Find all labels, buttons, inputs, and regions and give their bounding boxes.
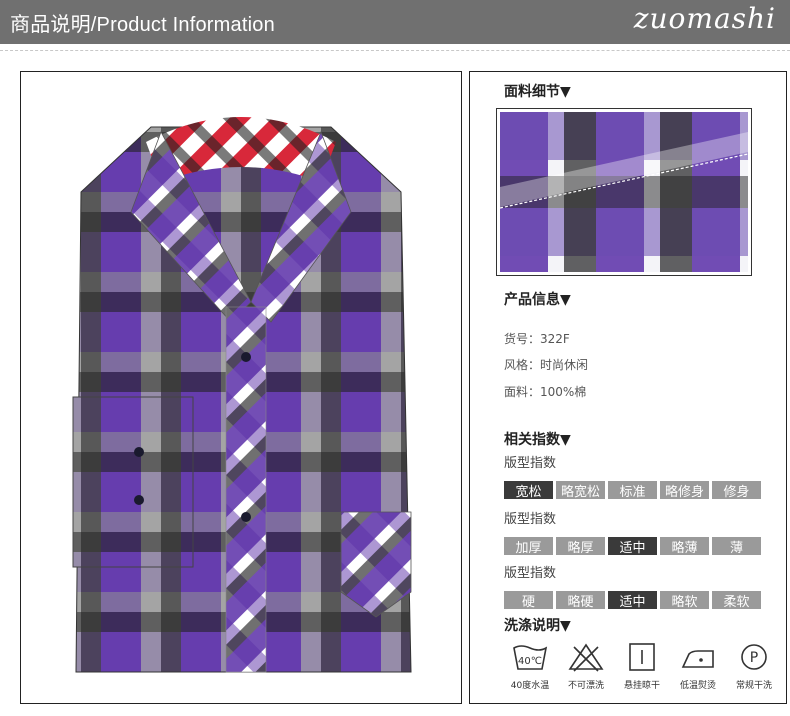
softness-option: 硬	[504, 591, 553, 610]
brand-logo: zuomashi	[633, 2, 776, 35]
care-label: 不可漂洗	[567, 681, 604, 691]
care-item: 不可漂洗	[560, 642, 612, 691]
softness-scale: 硬 略硬 适中 略软 柔软	[504, 591, 764, 610]
fit-option: 标准	[608, 481, 657, 500]
fit-option: 修身	[712, 481, 761, 500]
care-item: 低温熨烫	[672, 642, 724, 691]
thickness-option: 略厚	[556, 537, 605, 556]
thickness-option: 加厚	[504, 537, 553, 556]
care-item: 40℃ 40度水温	[504, 642, 556, 691]
care-label: 悬挂晾干	[623, 681, 660, 691]
care-item: 悬挂晾干	[616, 642, 668, 691]
index-label: 版型指数	[504, 456, 557, 471]
care-label: 常规干洗	[735, 681, 772, 691]
fit-option: 略修身	[660, 481, 709, 500]
header-bar: 商品说明/Product Information zuomashi	[0, 0, 790, 44]
thickness-scale: 加厚 略厚 适中 略薄 薄	[504, 537, 764, 556]
fabric-image	[500, 112, 748, 272]
product-info-title: 产品信息▼	[504, 292, 571, 308]
index-label: 版型指数	[504, 512, 557, 527]
softness-option: 适中	[608, 591, 657, 610]
fabric-closeup	[496, 108, 752, 276]
no-bleach-icon	[568, 643, 604, 672]
fabric-detail-title: 面料细节▼	[504, 84, 571, 100]
iron-low-icon	[681, 650, 714, 668]
page-title: 商品说明/Product Information	[10, 14, 275, 36]
divider	[0, 50, 790, 51]
fit-scale: 宽松 略宽松 标准 略修身 修身	[504, 481, 764, 500]
care-label: 低温熨烫	[679, 681, 716, 691]
product-photo	[20, 71, 462, 704]
info-panel: 面料细节▼ 产品信息▼ 货号：322F 风格：时尚休闲 面料：100%棉 相关指…	[469, 71, 787, 704]
fit-option: 略宽松	[556, 481, 605, 500]
info-style: 风格：时尚休闲	[504, 358, 589, 372]
care-icons: 40℃ 40度水温 不可漂洗 悬挂晾干 低温熨烫 P 常规干洗	[504, 642, 784, 691]
care-title: 洗涤说明▼	[504, 618, 571, 634]
svg-text:40℃: 40℃	[518, 656, 542, 667]
hang-dry-icon	[629, 643, 655, 671]
dry-clean-icon: P	[741, 644, 767, 670]
softness-option: 略硬	[556, 591, 605, 610]
svg-text:P: P	[750, 650, 758, 666]
info-fabric: 面料：100%棉	[504, 385, 587, 399]
care-label: 40度水温	[510, 681, 550, 691]
thickness-option: 适中	[608, 537, 657, 556]
thickness-option: 略薄	[660, 537, 709, 556]
thickness-option: 薄	[712, 537, 761, 556]
wash-40-icon: 40℃	[513, 645, 548, 670]
shirt-image	[72, 117, 412, 673]
softness-option: 略软	[660, 591, 709, 610]
index-label: 版型指数	[504, 566, 557, 581]
info-sku: 货号：322F	[504, 332, 570, 346]
fit-option: 宽松	[504, 481, 553, 500]
softness-option: 柔软	[712, 591, 761, 610]
care-item: P 常规干洗	[728, 642, 780, 691]
indices-title: 相关指数▼	[504, 432, 571, 448]
